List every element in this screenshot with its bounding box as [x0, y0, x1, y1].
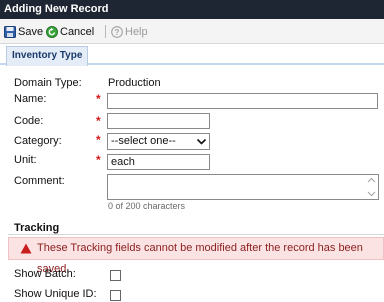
unit-input[interactable] — [107, 154, 210, 170]
window-title: Adding New Record — [0, 0, 384, 19]
show-batch-checkbox[interactable] — [110, 270, 121, 281]
show-unique-id-label: Show Unique ID: — [14, 288, 97, 300]
floppy-disk-icon — [4, 25, 16, 38]
name-required-marker: * — [96, 92, 101, 106]
tracking-heading: Tracking — [14, 222, 60, 234]
tab-inventory-type[interactable]: Inventory Type — [6, 46, 89, 66]
category-required-marker: * — [96, 133, 101, 147]
tab-strip: Inventory Type — [0, 44, 384, 66]
toolbar: Save Cancel ? Help — [0, 19, 384, 44]
svg-text:?: ? — [115, 28, 120, 37]
chevron-down-icon — [196, 138, 207, 145]
domain-type-value: Production — [108, 77, 161, 89]
comment-textarea[interactable] — [107, 174, 379, 200]
category-label: Category: — [14, 135, 62, 147]
domain-type-label: Domain Type: — [14, 77, 82, 89]
warning-triangle-icon — [20, 243, 32, 254]
cancel-button[interactable]: Cancel — [46, 24, 94, 39]
show-batch-label: Show Batch: — [14, 268, 76, 280]
save-button[interactable]: Save — [4, 24, 43, 39]
comment-char-count: 0 of 200 characters — [108, 201, 186, 211]
comment-label: Comment: — [14, 175, 65, 187]
help-button[interactable]: ? Help — [111, 24, 148, 39]
save-label: Save — [18, 25, 44, 38]
show-unique-id-checkbox[interactable] — [110, 290, 121, 301]
tracking-warning: These Tracking fields cannot be modified… — [8, 237, 384, 275]
category-select[interactable]: --select one-- — [107, 133, 210, 150]
tracking-divider — [8, 234, 384, 235]
category-selected-value: --select one-- — [111, 135, 176, 147]
cancel-label: Cancel — [60, 25, 95, 38]
name-label: Name: — [14, 93, 47, 105]
code-input[interactable] — [107, 113, 210, 129]
help-label: Help — [125, 25, 148, 38]
tracking-warning-text: These Tracking fields cannot be modified… — [37, 242, 363, 275]
cancel-icon — [46, 25, 58, 38]
unit-label: Unit: — [14, 154, 37, 166]
unit-required-marker: * — [96, 153, 101, 167]
question-circle-icon: ? — [111, 25, 123, 38]
textarea-scrollbar[interactable] — [366, 176, 377, 198]
toolbar-separator — [105, 25, 106, 38]
code-label: Code: — [14, 115, 44, 127]
name-input[interactable] — [107, 93, 378, 109]
code-required-marker: * — [96, 114, 101, 128]
